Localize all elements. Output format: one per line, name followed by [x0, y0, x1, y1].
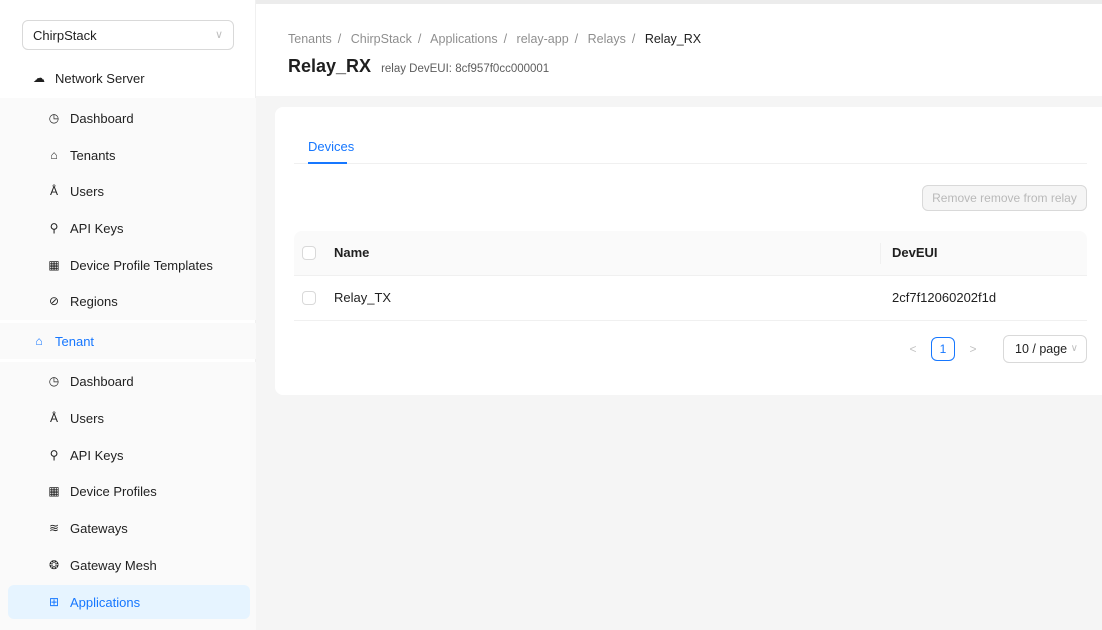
- sidebar-item-label: Users: [70, 410, 104, 426]
- sidebar-item-label: Tenants: [70, 147, 116, 163]
- sidebar-item-label: API Keys: [70, 447, 124, 463]
- key-icon: ⚲: [49, 448, 59, 462]
- sidebar-item-ns-api-keys[interactable]: ⚲ API Keys: [8, 211, 250, 245]
- breadcrumb-tenants[interactable]: Tenants: [288, 32, 332, 46]
- sidebar-item-label: Dashboard: [70, 110, 134, 126]
- breadcrumb-separator: /: [417, 32, 422, 46]
- key-icon: ⚲: [49, 221, 59, 235]
- tabs: Devices: [294, 133, 1087, 164]
- page-header: Tenants / ChirpStack / Applications / relay…: [256, 4, 1102, 96]
- sidebar-item-label: API Keys: [70, 220, 124, 236]
- menu-group-label: Network Server: [55, 70, 145, 86]
- home-icon: ⌂: [35, 334, 43, 348]
- column-header-name[interactable]: Name: [334, 245, 369, 260]
- sidebar-item-tenant-api-keys[interactable]: ⚲ API Keys: [8, 438, 250, 472]
- breadcrumb-relays[interactable]: Relays: [588, 32, 626, 46]
- dashboard-icon: ◷: [48, 374, 60, 388]
- radar-icon: ❂: [48, 558, 60, 572]
- sidebar-item-label: Applications: [70, 594, 141, 610]
- page-1-button[interactable]: 1: [931, 337, 955, 361]
- sidebar: ChirpStack ∨ ☁ Network Server ◷ Dashboar…: [0, 0, 256, 630]
- compass-icon: ⊘: [48, 294, 60, 308]
- devices-table: Name DevEUI Relay_TX 2cf7f12060202f1d: [294, 231, 1087, 321]
- sidebar-item-ns-dashboard[interactable]: ◷ Dashboard: [8, 101, 250, 135]
- page-title: Relay_RX: [288, 56, 372, 76]
- page-subtitle: relay DevEUI: 8cf957f0cc000001: [381, 63, 550, 75]
- sidebar-item-label: Device Profiles: [70, 483, 157, 499]
- home-icon: ⌂: [50, 148, 58, 162]
- appstore-icon: ⊞: [48, 595, 60, 609]
- page-size-value: 10 / page: [1015, 342, 1068, 356]
- sidebar-item-regions[interactable]: ⊘ Regions: [8, 284, 250, 318]
- sidebar-item-applications[interactable]: ⊞ Applications: [8, 585, 250, 619]
- breadcrumb-current: Relay_RX: [644, 32, 702, 46]
- menu-group-network-server[interactable]: ☁ Network Server: [0, 60, 256, 96]
- tab-devices[interactable]: Devices: [308, 133, 354, 164]
- profile-icon: ▦: [48, 484, 60, 498]
- tenant-select-value: ChirpStack: [33, 27, 97, 43]
- sidebar-item-device-profiles[interactable]: ▦ Device Profiles: [8, 474, 250, 508]
- sidebar-item-tenant-users[interactable]: Å Users: [8, 401, 250, 435]
- sidebar-item-label: Gateway Mesh: [70, 557, 157, 573]
- breadcrumb-separator: /: [503, 32, 508, 46]
- breadcrumb-separator: /: [337, 32, 342, 46]
- device-name[interactable]: Relay_TX: [334, 290, 391, 305]
- sidebar-item-label: Regions: [70, 293, 118, 309]
- column-divider: [880, 243, 881, 264]
- chevron-down-icon: ∨: [1070, 343, 1078, 354]
- sidebar-item-device-profile-templates[interactable]: ▦ Device Profile Templates: [8, 248, 250, 282]
- menu-group-label: Tenant: [55, 333, 95, 349]
- breadcrumb-separator: /: [574, 32, 579, 46]
- cloud-icon: ☁: [33, 71, 45, 85]
- column-header-deveui[interactable]: DevEUI: [892, 245, 938, 260]
- table-row[interactable]: Relay_TX 2cf7f12060202f1d: [294, 276, 1087, 321]
- wifi-icon: ≋: [48, 521, 60, 535]
- breadcrumb-tenant[interactable]: ChirpStack: [351, 32, 412, 46]
- page-size-select[interactable]: 10 / page ∨: [1003, 335, 1087, 363]
- chevron-down-icon: ∨: [214, 29, 223, 41]
- device-deveui: 2cf7f12060202f1d: [892, 290, 997, 305]
- sidebar-item-label: Gateways: [70, 520, 128, 536]
- breadcrumb-separator: /: [631, 32, 636, 46]
- prev-page-button[interactable]: <: [899, 342, 927, 356]
- dashboard-icon: ◷: [48, 111, 60, 125]
- devices-card: Devices Remove remove from relay Name De…: [275, 107, 1102, 395]
- next-page-button[interactable]: >: [959, 342, 987, 356]
- sidebar-item-label: Users: [70, 183, 104, 199]
- sidebar-item-label: Device Profile Templates: [70, 257, 213, 273]
- breadcrumb-applications[interactable]: Applications: [430, 32, 497, 46]
- pagination: < 1 > 10 / page ∨: [899, 335, 1087, 363]
- sidebar-item-ns-users[interactable]: Å Users: [8, 174, 250, 208]
- user-icon: Å: [49, 184, 58, 198]
- sidebar-item-label: Dashboard: [70, 373, 134, 389]
- select-all-checkbox[interactable]: [302, 246, 316, 260]
- sidebar-item-tenant-dashboard[interactable]: ◷ Dashboard: [8, 364, 250, 398]
- sidebar-item-gateway-mesh[interactable]: ❂ Gateway Mesh: [8, 548, 250, 582]
- sidebar-item-gateways[interactable]: ≋ Gateways: [8, 511, 250, 545]
- menu-group-tenant[interactable]: ⌂ Tenant: [0, 323, 256, 359]
- profile-icon: ▦: [48, 258, 60, 272]
- breadcrumb: Tenants / ChirpStack / Applications / relay…: [288, 32, 701, 46]
- tab-ink-bar: [308, 162, 347, 164]
- breadcrumb-application[interactable]: relay-app: [517, 32, 569, 46]
- title-row: Relay_RX relay DevEUI: 8cf957f0cc000001: [288, 56, 549, 77]
- tenant-select[interactable]: ChirpStack ∨: [22, 20, 234, 50]
- table-header: Name DevEUI: [294, 231, 1087, 276]
- remove-from-relay-button[interactable]: Remove remove from relay: [922, 185, 1087, 211]
- sidebar-item-tenants[interactable]: ⌂ Tenants: [8, 138, 250, 172]
- row-checkbox[interactable]: [302, 291, 316, 305]
- user-icon: Å: [49, 411, 58, 425]
